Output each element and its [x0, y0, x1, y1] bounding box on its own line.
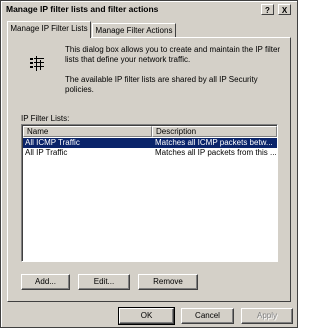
window-title: Manage IP filter lists and filter action…: [6, 4, 159, 14]
filter-list-icon: [30, 56, 44, 71]
row-name: All ICMP Traffic: [25, 138, 80, 147]
close-icon: X: [281, 6, 288, 15]
remove-button[interactable]: Remove: [138, 274, 198, 290]
list-item-all-icmp-traffic[interactable]: All ICMP Traffic Matches all ICMP packet…: [23, 138, 277, 148]
row-description: Matches all ICMP packets betw...: [155, 138, 273, 147]
ip-filter-lists-label: IP Filter Lists:: [21, 114, 70, 123]
close-button[interactable]: X: [278, 4, 291, 15]
tab-label: Manage IP Filter Lists: [10, 24, 88, 33]
column-header-name[interactable]: Name: [23, 126, 152, 137]
description-line-4: policies.: [65, 85, 94, 94]
add-button[interactable]: Add...: [21, 274, 70, 290]
tab-manage-filter-actions[interactable]: Manage Filter Actions: [92, 23, 176, 37]
edit-button[interactable]: Edit...: [78, 274, 130, 290]
tab-label: Manage Filter Actions: [95, 26, 173, 35]
tab-manage-ip-filter-lists[interactable]: Manage IP Filter Lists: [7, 21, 91, 38]
column-header-description[interactable]: Description: [152, 126, 277, 137]
apply-button[interactable]: Apply: [241, 308, 293, 324]
ok-button[interactable]: OK: [118, 307, 175, 325]
dialog-window: Manage IP filter lists and filter action…: [0, 0, 298, 328]
row-name: All IP Traffic: [25, 148, 68, 157]
row-description: Matches all IP packets from this ...: [155, 148, 277, 157]
cancel-button[interactable]: Cancel: [181, 308, 234, 324]
tab-panel: This dialog box allows you to create and…: [7, 37, 291, 302]
ip-filter-list-view[interactable]: Name Description All ICMP Traffic Matche…: [21, 124, 278, 262]
help-icon: ?: [265, 6, 270, 15]
description-line-2: lists that define your network traffic.: [65, 55, 191, 64]
description-line-3: The available IP filter lists are shared…: [65, 75, 258, 84]
list-item-all-ip-traffic[interactable]: All IP Traffic Matches all IP packets fr…: [23, 148, 277, 158]
help-button[interactable]: ?: [261, 4, 274, 15]
title-bar[interactable]: Manage IP filter lists and filter action…: [3, 3, 295, 17]
description-line-1: This dialog box allows you to create and…: [65, 45, 281, 54]
